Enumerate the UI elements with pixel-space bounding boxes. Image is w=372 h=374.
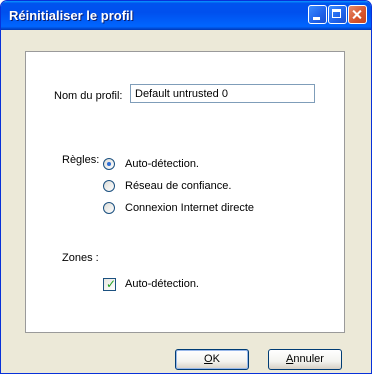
radio-trusted-network[interactable]: [103, 180, 115, 192]
rules-label: Règles:: [62, 154, 100, 166]
maximize-button[interactable]: [328, 5, 347, 24]
radio-direct-internet[interactable]: [103, 202, 115, 214]
rule-option-label: Connexion Internet directe: [125, 202, 255, 214]
checkmark-icon: ✓: [106, 277, 117, 291]
settings-panel: Nom du profil: Règles: Auto-détection. R…: [25, 51, 345, 333]
close-icon: [349, 6, 366, 23]
close-button[interactable]: [348, 5, 367, 24]
cancel-button[interactable]: Annuler: [268, 349, 342, 370]
reset-profile-dialog: Réinitialiser le profil Nom du profil: R…: [0, 0, 372, 374]
profile-name-input[interactable]: [130, 84, 315, 103]
maximize-icon: [332, 9, 341, 18]
cancel-label-rest: nnuler: [293, 353, 324, 365]
rule-option-label: Réseau de confiance.: [125, 180, 232, 192]
rule-option-label: Auto-détection.: [125, 158, 199, 170]
zones-auto-detection-label: Auto-détection.: [125, 278, 199, 290]
ok-button[interactable]: OK: [175, 349, 249, 370]
zones-label: Zones :: [62, 252, 99, 264]
minimize-button[interactable]: [308, 5, 327, 24]
profile-name-label: Nom du profil:: [54, 90, 123, 102]
ok-label-rest: K: [212, 353, 220, 365]
zones-auto-detection-checkbox[interactable]: ✓: [103, 277, 117, 291]
minimize-icon: [313, 17, 320, 20]
dialog-title: Réinitialiser le profil: [9, 8, 134, 23]
ok-mnemonic: O: [204, 353, 213, 365]
radio-auto-detection[interactable]: [103, 158, 115, 170]
title-bar[interactable]: Réinitialiser le profil: [1, 1, 371, 30]
